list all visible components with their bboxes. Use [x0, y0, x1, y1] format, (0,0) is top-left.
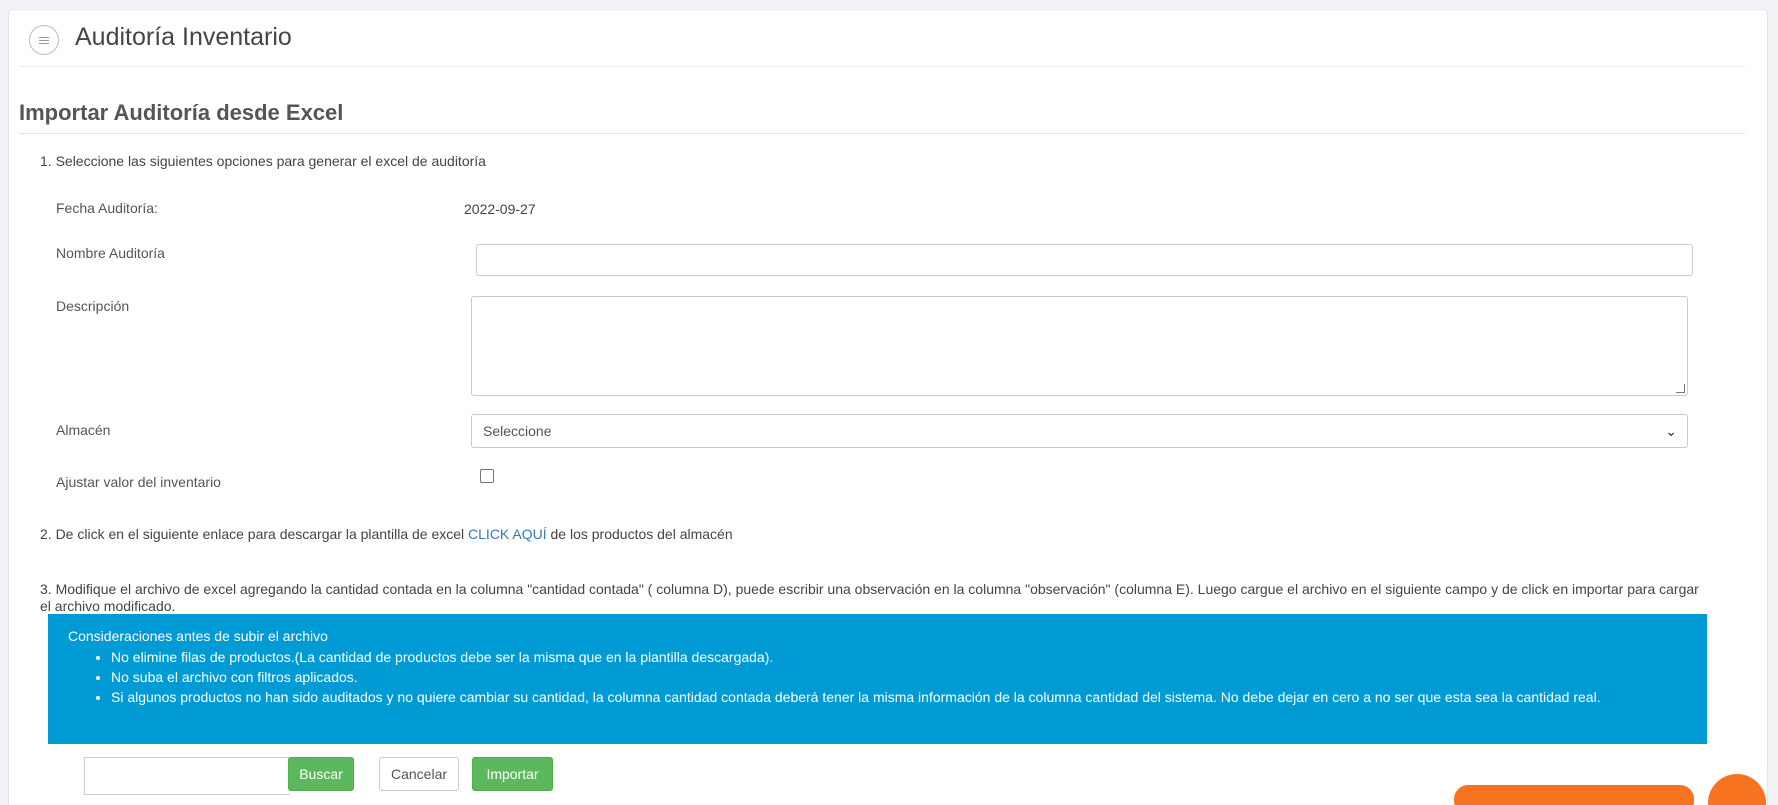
floating-chat-bar[interactable] — [1454, 785, 1694, 805]
importar-button[interactable]: Importar — [472, 757, 553, 791]
step-3-text: 3. Modifique el archivo de excel agregan… — [40, 581, 1699, 614]
download-template-link[interactable]: CLICK AQUÍ — [468, 526, 547, 542]
file-input[interactable] — [84, 757, 290, 795]
almacen-selected-value: Seleccione — [483, 423, 552, 439]
buscar-button[interactable]: Buscar — [288, 757, 354, 791]
resize-grip-icon[interactable] — [1676, 384, 1685, 393]
ajustar-label: Ajustar valor del inventario — [56, 474, 221, 490]
page-title: Auditoría Inventario — [75, 23, 292, 51]
fecha-value: 2022-09-27 — [464, 201, 536, 217]
step-2-text: 2. De click en el siguiente enlace para … — [40, 526, 733, 542]
section-title: Importar Auditoría desde Excel — [19, 100, 344, 125]
alert-title: Consideraciones antes de subir el archiv… — [68, 628, 328, 644]
nombre-input[interactable] — [476, 244, 1693, 276]
fecha-label: Fecha Auditoría: — [56, 200, 158, 216]
chevron-down-icon: ⌄ — [1665, 423, 1677, 439]
step-1-text: 1. Seleccione las siguientes opciones pa… — [40, 153, 486, 169]
page-header: Auditoría Inventario — [19, 10, 1745, 67]
alert-item: No suba el archivo con filtros aplicados… — [111, 667, 1687, 687]
alert-list: No elimine filas de productos.(La cantid… — [68, 647, 1687, 707]
step-2-after: de los productos del almacén — [546, 526, 733, 542]
alert-item: Si algunos productos no han sido auditad… — [111, 687, 1687, 707]
nombre-label: Nombre Auditoría — [56, 245, 165, 261]
descripcion-label: Descripción — [56, 298, 130, 314]
cancelar-button[interactable]: Cancelar — [379, 757, 459, 791]
menu-lines-icon — [39, 35, 49, 46]
almacen-select[interactable]: Seleccione ⌄ — [471, 414, 1688, 448]
menu-toggle-icon[interactable] — [29, 25, 59, 55]
almacen-label: Almacén — [56, 422, 111, 438]
section-divider — [19, 133, 1745, 134]
ajustar-checkbox[interactable] — [480, 469, 494, 483]
alert-item: No elimine filas de productos.(La cantid… — [111, 647, 1687, 667]
step-2-before: 2. De click en el siguiente enlace para … — [40, 526, 469, 542]
descripcion-textarea[interactable] — [471, 296, 1688, 396]
considerations-alert: Consideraciones antes de subir el archiv… — [48, 614, 1707, 744]
